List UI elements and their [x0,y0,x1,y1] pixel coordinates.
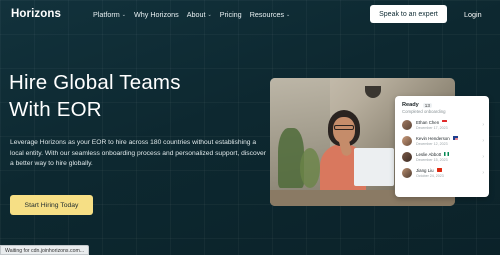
list-item-name-line: Leslie Abbott [416,152,470,157]
list-item[interactable]: Jiang Liu October 24, 2023 › [402,166,484,179]
chevron-right-icon: › [482,169,484,176]
menu-item-label: Resources [249,10,285,19]
photo-lamp [365,86,381,98]
list-item-name-line: Ethan Chen [416,120,470,125]
avatar [402,151,412,162]
photo-person-glasses [334,125,354,130]
onboarding-card: Ready 13 Completed onboarding Ethan Chen… [395,96,489,197]
page: Horizons Platform ⌄ Why Horizons About ⌄… [0,0,500,255]
menu-item-label: Pricing [219,10,242,19]
card-subtitle: Completed onboarding [402,109,446,114]
menu-item-platform[interactable]: Platform ⌄ [93,10,126,19]
chevron-right-icon: › [482,153,484,160]
list-item-name: Kevin Henderson [416,135,450,141]
chevron-right-icon: › [482,121,484,128]
chevron-right-icon: › [482,137,484,144]
flag-icon-nigeria [444,152,450,156]
avatar [402,167,412,178]
list-item-date: October 24, 2023 [416,173,444,178]
login-link[interactable]: Login [464,10,482,19]
list-item-text: Jiang Liu October 24, 2023 [416,168,470,178]
list-item[interactable]: Ethan Chen December 17, 2023 › [402,118,484,131]
hero-description: Leverage Horizons as your EOR to hire ac… [10,139,266,168]
photo-monitor [354,148,394,186]
list-item[interactable]: Leslie Abbott December 15, 2023 › [402,150,484,163]
list-item-text: Ethan Chen December 17, 2023 [416,120,470,130]
list-item-date: December 17, 2023 [416,125,448,130]
menu-item-label: About [186,10,206,19]
logo[interactable]: Horizons [11,8,61,20]
menu-item-why-horizons[interactable]: Why Horizons [134,10,179,19]
list-item-name-line: Kevin Henderson [416,136,470,141]
list-item-text: Kevin Henderson December 12, 2023 [416,136,470,146]
list-item-date: December 15, 2023 [416,157,448,162]
menu-item-label: Platform [93,10,120,19]
flag-icon-china [436,168,442,172]
list-item[interactable]: Kevin Henderson December 12, 2023 › [402,134,484,147]
menu-item-label: Why Horizons [133,10,179,19]
list-item-name: Leslie Abbott [416,151,442,157]
hero-title-line: Hire Global Teams [9,71,181,94]
flag-icon-usa [452,136,458,140]
hero-title: Hire Global Teams With EOR [9,69,269,123]
list-item-text: Leslie Abbott December 15, 2023 [416,152,470,162]
main-menu: Platform ⌄ Why Horizons About ⌄ Pricing … [93,10,298,19]
avatar [402,119,412,130]
speak-to-expert-button[interactable]: Speak to an expert [370,5,447,23]
list-item-date: December 12, 2023 [416,141,448,146]
card-header: Ready 13 [402,102,432,108]
hero-title-line: With EOR [9,98,102,121]
start-hiring-button[interactable]: Start Hiring Today [10,195,93,215]
photo-plant [300,148,320,188]
top-navigation: Horizons Platform ⌄ Why Horizons About ⌄… [0,0,500,30]
avatar [402,135,412,146]
flag-icon-singapore [442,120,448,124]
card-title: Ready [402,102,419,108]
list-item-name: Ethan Chen [416,119,440,125]
list-item-name-line: Jiang Liu [416,168,470,173]
chevron-down-icon: ⌄ [121,11,126,18]
card-count-badge: 13 [422,102,432,108]
menu-item-about[interactable]: About ⌄ [187,10,212,19]
menu-item-resources[interactable]: Resources ⌄ [250,10,291,19]
list-item-name: Jiang Liu [416,167,434,173]
chevron-down-icon: ⌄ [286,11,291,18]
chevron-down-icon: ⌄ [207,11,212,18]
menu-item-pricing[interactable]: Pricing [220,10,242,19]
browser-status-bar: Waiting for cdn.joinhorizons.com... [0,245,90,255]
